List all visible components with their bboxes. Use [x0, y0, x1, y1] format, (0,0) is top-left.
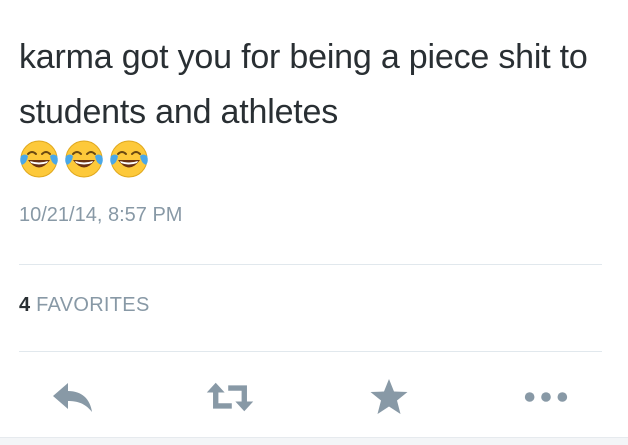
tweet-text: karma got you for being a piece shit to … — [19, 38, 588, 131]
favorites-label: FAVORITES — [36, 294, 150, 316]
tweet-timestamp[interactable]: 10/21/14, 8:57 PM — [19, 204, 182, 227]
tweet-detail: karma got you for being a piece shit to … — [0, 0, 628, 445]
favorites-count: 4 — [19, 294, 31, 316]
face-with-tears-of-joy-icon — [65, 140, 103, 178]
reply-icon — [53, 383, 92, 412]
star-icon — [370, 379, 408, 414]
face-with-tears-of-joy-icon — [20, 140, 58, 178]
divider — [19, 351, 602, 352]
more-icon — [524, 392, 568, 402]
action-bar — [0, 372, 628, 422]
face-with-tears-of-joy-icon — [110, 140, 148, 178]
retweet-icon — [206, 382, 254, 412]
favorites-stat[interactable]: 4 FAVORITES — [19, 294, 150, 317]
divider — [19, 264, 602, 265]
reply-button[interactable] — [48, 372, 98, 422]
more-button[interactable] — [521, 372, 571, 422]
bottom-edge — [0, 437, 628, 445]
retweet-button[interactable] — [205, 372, 255, 422]
emoji-row — [19, 139, 149, 183]
favorite-button[interactable] — [364, 372, 414, 422]
